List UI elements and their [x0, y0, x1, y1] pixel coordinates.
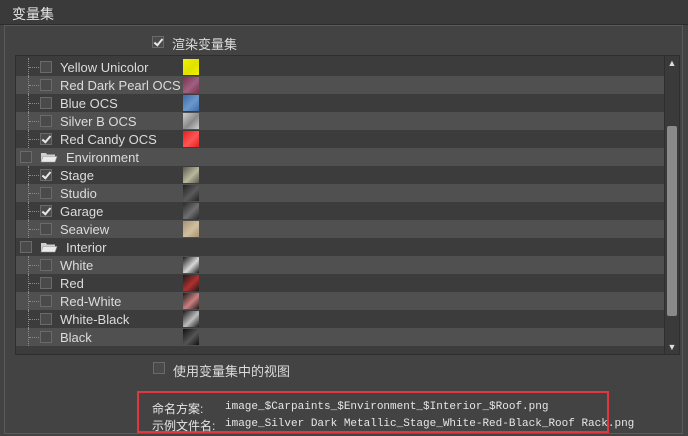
studio-thumb-icon [183, 185, 199, 201]
tree-item-row[interactable]: Red Candy OCS [16, 130, 664, 148]
item-checkbox[interactable] [40, 313, 52, 325]
vertical-scrollbar[interactable]: ▲ ▼ [664, 56, 679, 354]
item-label: White-Black [60, 312, 130, 327]
seaview-thumb-icon [183, 221, 199, 237]
naming-scheme-value: image_$Carpaints_$Environment_$Interior_… [225, 401, 549, 413]
tree-connector [29, 211, 39, 213]
tree-connector [29, 193, 39, 195]
item-checkbox[interactable] [40, 115, 52, 127]
item-checkbox[interactable] [40, 133, 52, 145]
item-label: Silver B OCS [60, 114, 137, 129]
tree-connector [29, 319, 39, 321]
item-label: Seaview [60, 222, 110, 237]
item-checkbox[interactable] [40, 187, 52, 199]
item-checkbox[interactable] [40, 295, 52, 307]
scrollbar-thumb[interactable] [667, 126, 677, 316]
tree-connector [29, 337, 39, 339]
tree-connector [29, 175, 39, 177]
item-checkbox[interactable] [40, 259, 52, 271]
stage-thumb-icon [183, 167, 199, 183]
render-variants-checkbox[interactable] [152, 36, 164, 48]
open-folder-icon [40, 153, 58, 163]
blue-swatch-icon [183, 95, 199, 111]
tree-item-row[interactable]: Yellow Unicolor [16, 58, 664, 76]
item-checkbox[interactable] [40, 61, 52, 73]
item-checkbox[interactable] [40, 331, 52, 343]
tree-connector [29, 103, 39, 105]
interior-white-thumb-icon [183, 257, 199, 273]
tree-item-row[interactable]: Red [16, 274, 664, 292]
tree-item-row[interactable]: Red-White [16, 292, 664, 310]
yellow-swatch-icon [183, 59, 199, 75]
example-filename-value: image_Silver Dark Metallic_Stage_White-R… [225, 418, 635, 430]
tree-group-row[interactable]: Interior [16, 238, 664, 256]
item-label: Yellow Unicolor [60, 60, 149, 75]
group-label: Interior [66, 240, 107, 255]
tree-item-row[interactable]: White-Black [16, 310, 664, 328]
window-title: 变量集 [12, 6, 54, 22]
tree-connector [29, 265, 39, 267]
item-label: Black [60, 330, 92, 345]
group-checkbox[interactable] [20, 151, 32, 163]
silver-swatch-icon [183, 113, 199, 129]
tree-connector [29, 67, 39, 69]
tree-connector [29, 301, 39, 303]
render-variants-label: 渲染变量集 [172, 37, 238, 52]
tree-connector [29, 229, 39, 231]
interior-red-white-thumb-icon [183, 293, 199, 309]
example-filename-label: 示例文件名: [152, 419, 216, 433]
garage-thumb-icon [183, 203, 199, 219]
tree-item-row[interactable]: White [16, 256, 664, 274]
tree-item-row[interactable]: Silver B OCS [16, 112, 664, 130]
item-label: Red Dark Pearl OCS [60, 78, 181, 93]
scroll-up-arrow-icon[interactable]: ▲ [665, 56, 679, 70]
tree-item-row[interactable]: Red Dark Pearl OCS [16, 76, 664, 94]
item-label: Red-White [60, 294, 122, 309]
item-checkbox[interactable] [40, 169, 52, 181]
item-label: Stage [60, 168, 94, 183]
item-checkbox[interactable] [40, 223, 52, 235]
naming-info-box: 命名方案: image_$Carpaints_$Environment_$Int… [137, 391, 634, 433]
variant-tree-list: Yellow Unicolor Red Dark Pearl OCS Blue OC… [15, 55, 680, 355]
group-checkbox[interactable] [20, 241, 32, 253]
red-candy-swatch-icon [183, 131, 199, 147]
item-checkbox[interactable] [40, 277, 52, 289]
tree-item-row[interactable]: Stage [16, 166, 664, 184]
item-label: White [60, 258, 94, 273]
item-checkbox[interactable] [40, 79, 52, 91]
item-label: Studio [60, 186, 97, 201]
use-variant-views-label: 使用变量集中的视图 [173, 364, 291, 379]
tree-item-row[interactable]: Blue OCS [16, 94, 664, 112]
tree-connector [29, 85, 39, 87]
scroll-down-arrow-icon[interactable]: ▼ [665, 340, 679, 354]
item-checkbox[interactable] [40, 205, 52, 217]
tree-item-row[interactable]: Black [16, 328, 664, 346]
item-checkbox[interactable] [40, 97, 52, 109]
tree-item-row[interactable]: Garage [16, 202, 664, 220]
title-bar: 变量集 [0, 0, 688, 25]
group-label: Environment [66, 150, 139, 165]
tree-item-row[interactable]: Seaview [16, 220, 664, 238]
item-label: Red [60, 276, 84, 291]
interior-red-thumb-icon [183, 275, 199, 291]
tree-item-row[interactable]: Studio [16, 184, 664, 202]
interior-white-black-thumb-icon [183, 311, 199, 327]
item-label: Garage [60, 204, 104, 219]
use-variant-views-checkbox[interactable] [153, 362, 165, 374]
tree-connector [29, 121, 39, 123]
item-label: Red Candy OCS [60, 132, 157, 147]
tree-connector [29, 283, 39, 285]
red-dark-pearl-swatch-icon [183, 77, 199, 93]
tree-connector [29, 139, 39, 141]
interior-black-thumb-icon [183, 329, 199, 345]
open-folder-icon [40, 243, 58, 253]
item-label: Blue OCS [60, 96, 118, 111]
naming-scheme-label: 命名方案: [152, 402, 204, 416]
tree-group-row[interactable]: Environment [16, 148, 664, 166]
